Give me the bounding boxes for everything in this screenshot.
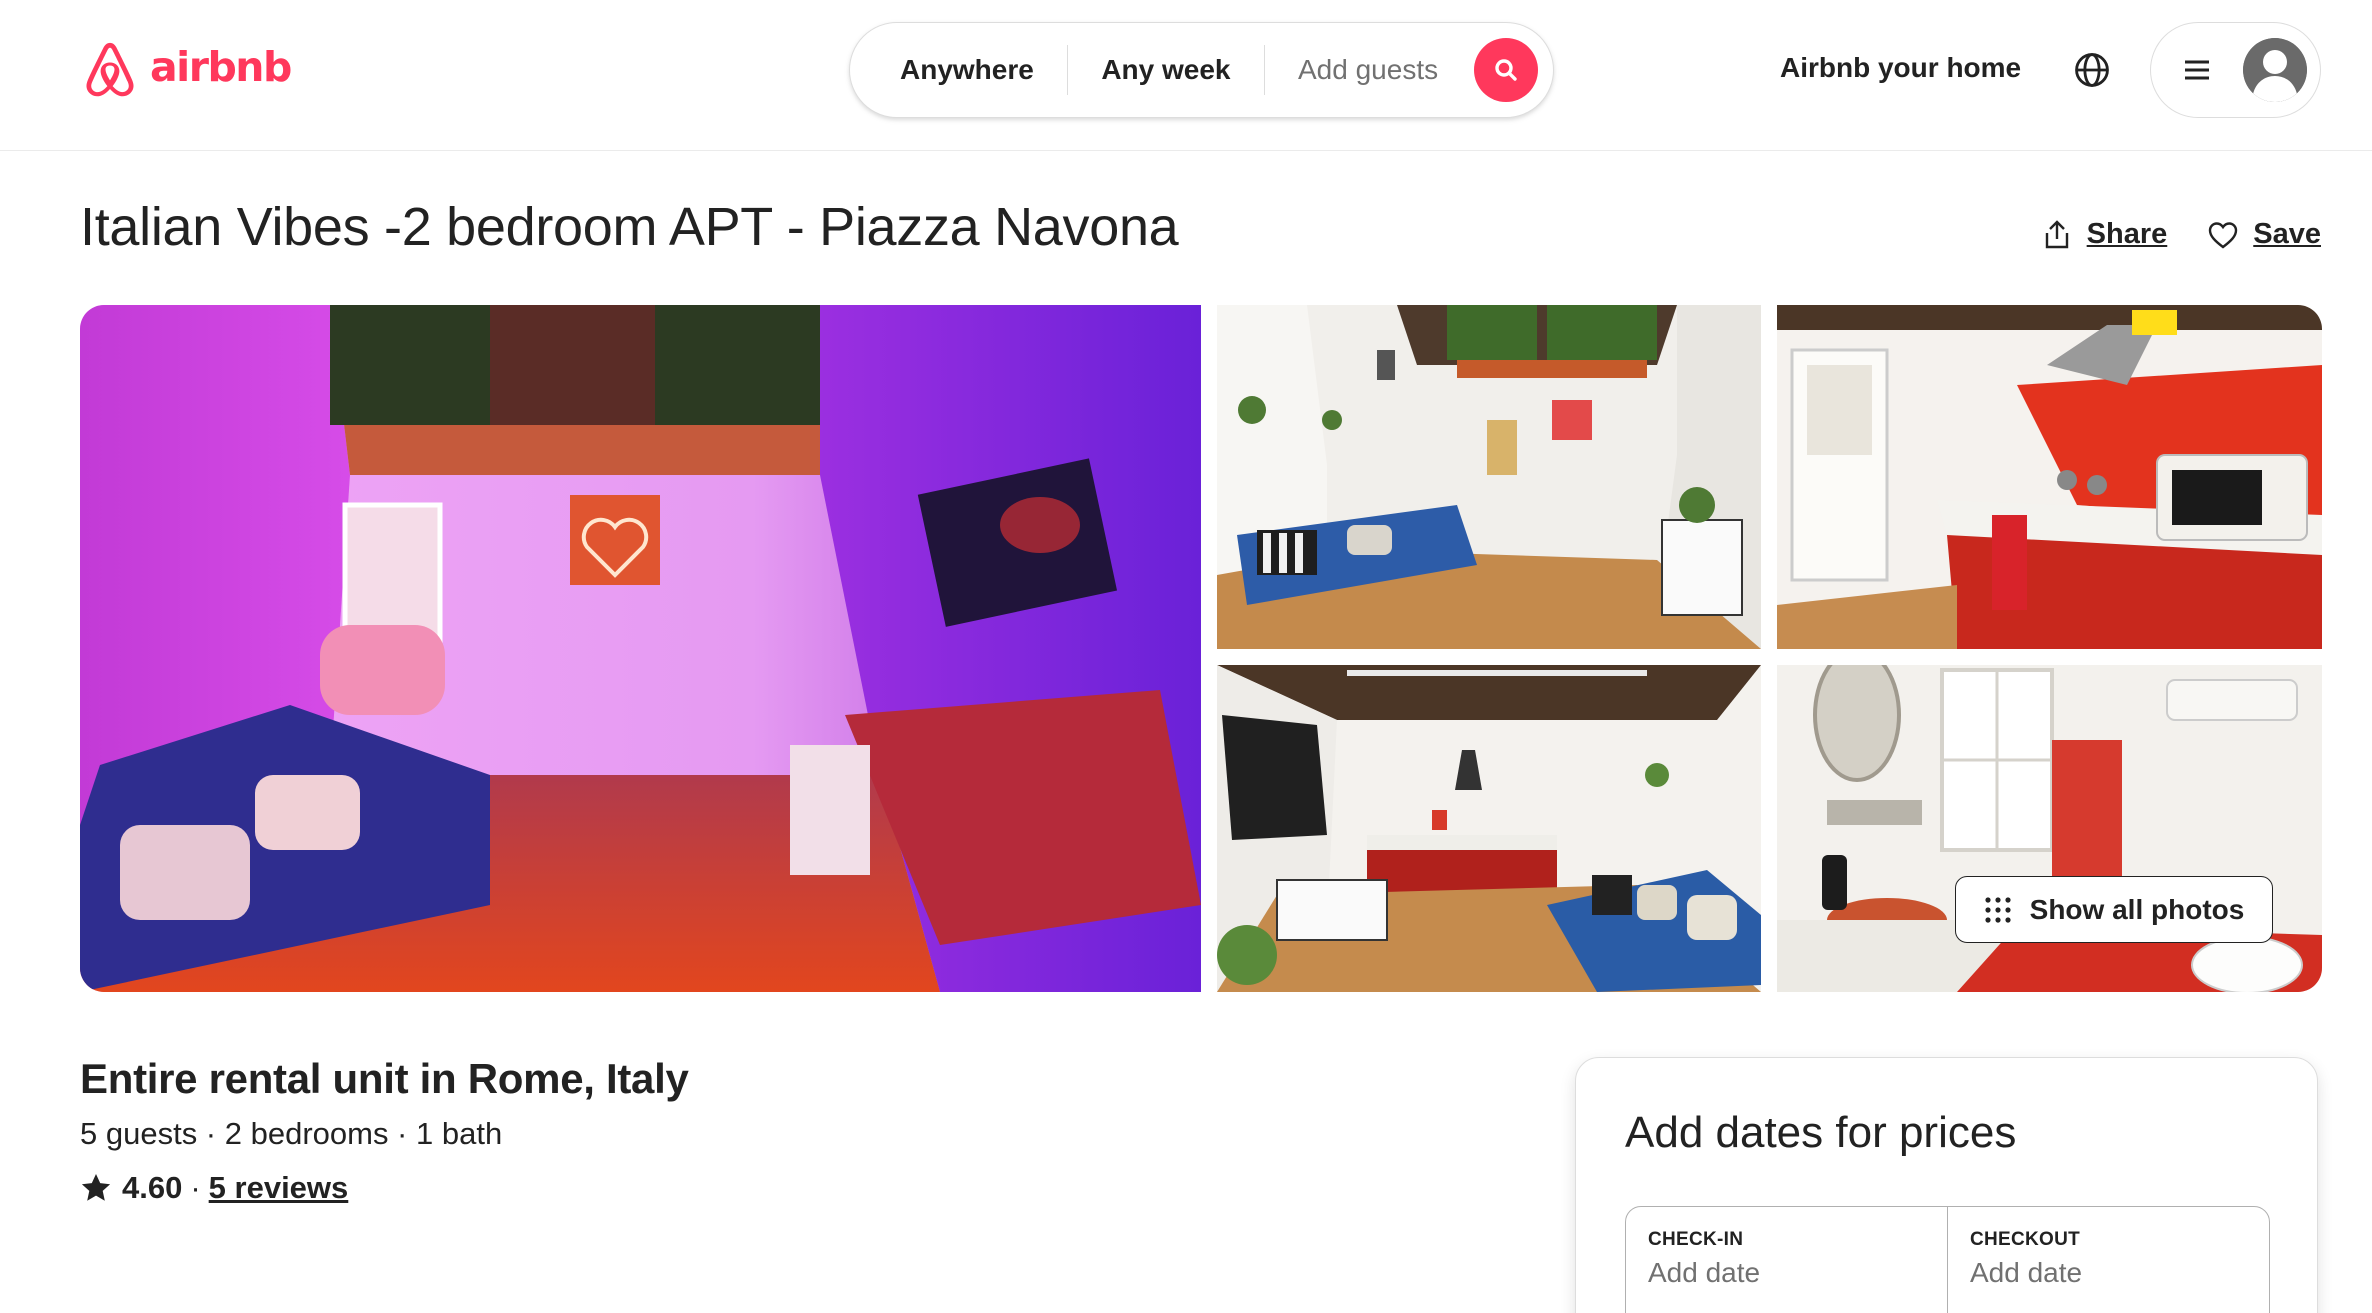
share-icon [2045,219,2068,248]
top-nav: airbnb Anywhere Any week Add guests Airb… [0,0,2372,151]
rating-separator: · [190,1170,201,1205]
globe-icon [2075,53,2109,87]
heart-icon [2209,221,2238,249]
grid-dots-icon [1985,896,2011,923]
dates-filter[interactable]: Any week [1068,54,1263,86]
booking-title: Add dates for prices [1625,1108,2017,1157]
booking-card: Add dates for prices CHECK-IN Add date C… [1575,1057,2318,1313]
airbnb-wordmark: airbnb [150,43,292,91]
share-label: Share [2086,218,2168,250]
airbnb-belo-logo-icon [86,42,134,97]
gallery-photo-kitchen[interactable] [1777,305,2322,649]
language-button[interactable] [2073,51,2111,89]
location-filter[interactable]: Anywhere [850,54,1067,86]
checkout-field[interactable]: CHECKOUT Add date [1947,1207,2269,1313]
listing-actions: Share Save [2041,218,2321,251]
checkin-value: Add date [1648,1257,1761,1288]
checkin-field[interactable]: CHECK-IN Add date [1626,1207,1947,1313]
gallery-photo-living-kitchen[interactable] [1217,665,1761,992]
search-button[interactable] [1474,38,1538,102]
save-label: Save [2253,218,2321,250]
checkout-value: Add date [1970,1257,2083,1288]
listing-subtitle: Entire rental unit in Rome, Italy [80,1055,689,1102]
gallery-photo-main[interactable] [80,305,1201,992]
date-picker: CHECK-IN Add date CHECKOUT Add date [1625,1206,2270,1313]
rating-summary: 4.60 · 5 reviews [80,1170,348,1206]
star-icon [81,1174,111,1201]
host-your-home-link[interactable]: Airbnb your home [1780,52,2021,84]
hamburger-menu-icon [2185,60,2209,80]
search-icon [1495,59,1517,81]
airbnb-logo[interactable]: airbnb [80,36,292,104]
checkin-label: CHECK-IN [1648,1229,1744,1250]
listing-facts: 5 guests · 2 bedrooms · 1 bath [80,1116,503,1151]
save-button[interactable]: Save [2207,218,2321,251]
gallery-photo-living-room[interactable] [1217,305,1761,649]
search-bar[interactable]: Anywhere Any week Add guests [849,22,1554,118]
show-all-photos-button[interactable]: Show all photos [1955,876,2273,943]
rating-value: 4.60 [122,1170,183,1205]
checkout-label: CHECKOUT [1970,1229,2081,1250]
reviews-link[interactable]: 5 reviews [209,1170,349,1206]
user-menu-button[interactable] [2150,22,2321,118]
guests-filter[interactable]: Add guests [1265,54,1471,86]
user-avatar-icon [2243,38,2307,102]
show-all-photos-label: Show all photos [2029,893,2245,925]
listing-title: Italian Vibes -2 bedroom APT - Piazza Na… [80,197,1179,257]
share-button[interactable]: Share [2041,218,2168,251]
